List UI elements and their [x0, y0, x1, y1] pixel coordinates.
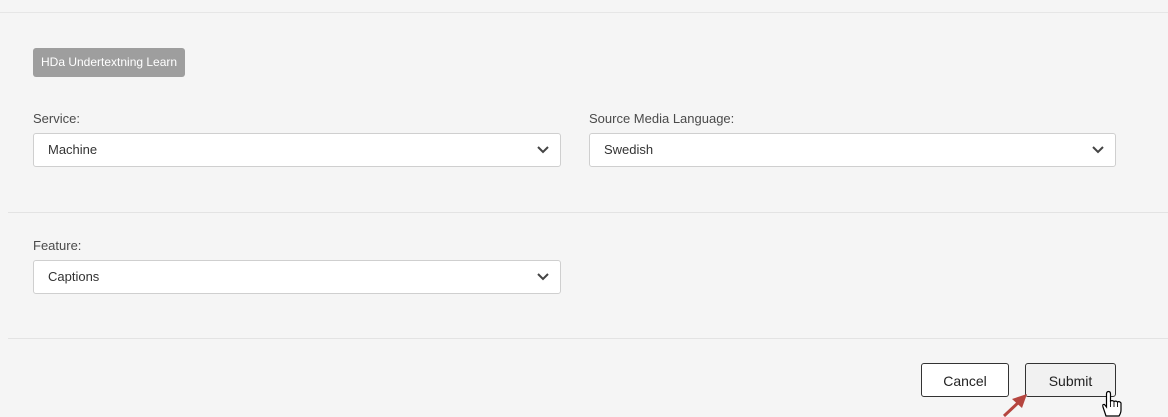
feature-label: Feature: — [33, 238, 82, 253]
cancel-button[interactable]: Cancel — [921, 363, 1009, 397]
source-language-value: Swedish — [604, 142, 654, 157]
annotation-arrow-icon — [1002, 394, 1027, 417]
feature-value: Captions — [48, 269, 100, 284]
chevron-down-icon — [537, 146, 549, 154]
top-divider — [0, 12, 1168, 13]
chevron-down-icon — [1092, 146, 1104, 154]
account-tag: HDa Undertextning Learn — [33, 48, 186, 77]
service-label: Service: — [33, 111, 80, 126]
service-select[interactable]: Machine — [33, 133, 561, 167]
service-value: Machine — [48, 142, 98, 157]
section-divider — [8, 212, 1168, 213]
feature-select[interactable]: Captions — [33, 260, 561, 294]
source-language-select[interactable]: Swedish — [589, 133, 1116, 167]
footer-divider — [8, 338, 1168, 339]
chevron-down-icon — [537, 273, 549, 281]
hand-pointer-icon — [1102, 390, 1122, 417]
source-language-label: Source Media Language: — [589, 111, 735, 126]
